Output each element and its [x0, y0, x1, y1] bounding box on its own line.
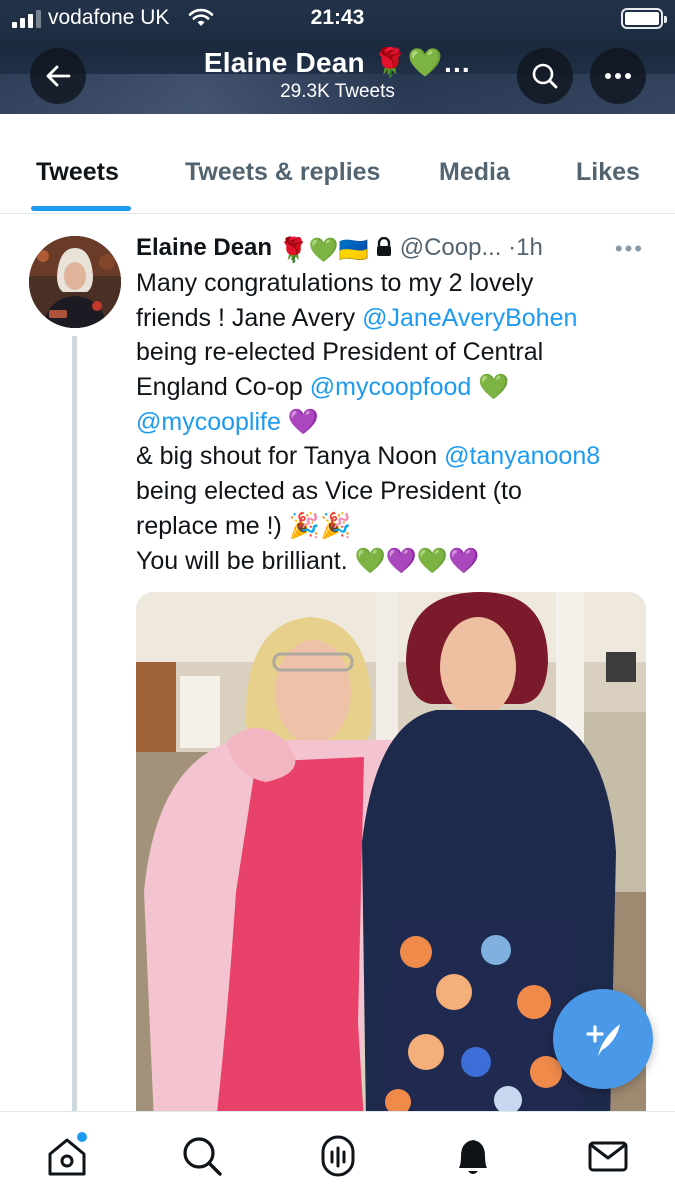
nav-search[interactable] — [180, 1134, 224, 1178]
tweet[interactable]: Elaine Dean 🌹💚🇺🇦 @Coop... ·1h ••• Many c… — [0, 214, 675, 1111]
tweet-header: Elaine Dean 🌹💚🇺🇦 @Coop... ·1h — [136, 234, 656, 268]
tweet-text-line: replace me !) 🎉🎉 — [136, 509, 656, 544]
messages-icon — [588, 1141, 628, 1172]
mention-link[interactable]: @mycoopfood — [310, 373, 472, 401]
mention-link[interactable]: @mycooplife — [136, 408, 281, 436]
tweet-separator: · — [508, 234, 517, 261]
status-time: 21:43 — [310, 6, 365, 29]
compose-tweet-button[interactable] — [553, 989, 653, 1089]
tab-tweets-replies[interactable]: Tweets & replies — [185, 158, 380, 187]
search-button[interactable] — [517, 48, 573, 104]
tab-tweets[interactable]: Tweets — [36, 158, 119, 187]
tweet-text-segment: friends ! Jane Avery — [136, 303, 363, 332]
profile-tabs: Tweets Tweets & replies Media Likes — [0, 114, 675, 214]
lock-icon — [377, 236, 392, 256]
notifications-icon — [459, 1140, 487, 1174]
more-icon — [605, 73, 631, 79]
tweet-text-line: & big shout for Tanya Noon @tanyanoon8 — [136, 439, 656, 474]
active-tab-indicator — [31, 206, 131, 211]
tweet-text-line: being re-elected President of Central — [136, 335, 656, 370]
profile-name: Elaine Dean 🌹💚… — [203, 47, 472, 78]
profile-name-emoji: 🌹💚… — [372, 47, 472, 78]
tweet-text-line: England Co-op @mycoopfood 💚 — [136, 370, 656, 405]
search-icon — [183, 1137, 222, 1176]
tab-likes[interactable]: Likes — [576, 158, 640, 187]
back-button[interactable] — [30, 48, 86, 104]
more-options-button[interactable] — [590, 48, 646, 104]
compose-tweet-icon — [586, 1024, 620, 1056]
tweet-count: 29.3K Tweets — [280, 81, 395, 102]
tweet-text-line: Many congratulations to my 2 lovely — [136, 266, 656, 301]
tweet-text-line: You will be brilliant. 💚💜💚💜 — [136, 544, 656, 579]
home-unread-dot — [77, 1132, 87, 1142]
tab-media[interactable]: Media — [439, 158, 510, 187]
tweet-text-segment: being elected as Vice President (to — [136, 477, 522, 506]
profile-header: vodafone UK 21:43 Elaine Dean 🌹💚… 29.3K … — [0, 0, 675, 114]
tweet-author[interactable]: Elaine Dean — [136, 234, 272, 261]
mention-link[interactable]: @JaneAveryBohen — [362, 304, 577, 332]
tweet-text-line: being elected as Vice President (to — [136, 474, 656, 509]
tweet-text-segment: England Co-op — [136, 373, 310, 402]
profile-title: Elaine Dean 🌹💚… 29.3K Tweets — [150, 46, 525, 103]
avatar[interactable] — [29, 236, 121, 328]
tweet-text: Many congratulations to my 2 lovely frien… — [136, 266, 656, 578]
tweet-text-segment: & big shout for Tanya Noon — [136, 442, 445, 471]
tweet-handle[interactable]: @Coop... — [400, 234, 502, 261]
thread-line — [72, 336, 77, 1111]
tweet-text-line: @mycooplife 💜 — [136, 405, 656, 440]
tweet-text-segment: 💚 — [471, 373, 510, 402]
bottom-navigation — [0, 1111, 675, 1200]
tweet-time: 1h — [516, 234, 543, 261]
search-icon — [532, 63, 558, 89]
back-arrow-icon — [46, 65, 71, 87]
mention-link[interactable]: @tanyanoon8 — [444, 442, 600, 470]
tweet-text-segment: replace me !) 🎉🎉 — [136, 511, 352, 540]
nav-spaces[interactable] — [316, 1134, 360, 1178]
tweet-text-segment: being re-elected President of Central — [136, 338, 544, 367]
nav-notifications[interactable] — [451, 1134, 495, 1178]
tweet-more-button[interactable]: ••• — [615, 236, 644, 262]
author-emoji: 🌹💚🇺🇦 — [278, 237, 369, 264]
nav-home[interactable] — [45, 1132, 89, 1178]
tweet-text-segment: 💜 — [280, 407, 319, 436]
battery-icon — [621, 8, 667, 29]
status-bar: vodafone UK 21:43 — [0, 0, 675, 38]
tweet-text-segment: Many congratulations to my 2 lovely — [136, 269, 534, 297]
nav-messages[interactable] — [586, 1134, 630, 1178]
tweet-text-line: friends ! Jane Avery @JaneAveryBohen — [136, 301, 656, 336]
spaces-icon — [321, 1135, 355, 1177]
tweet-text-segment: You will be brilliant. 💚💜💚💜 — [136, 546, 480, 575]
